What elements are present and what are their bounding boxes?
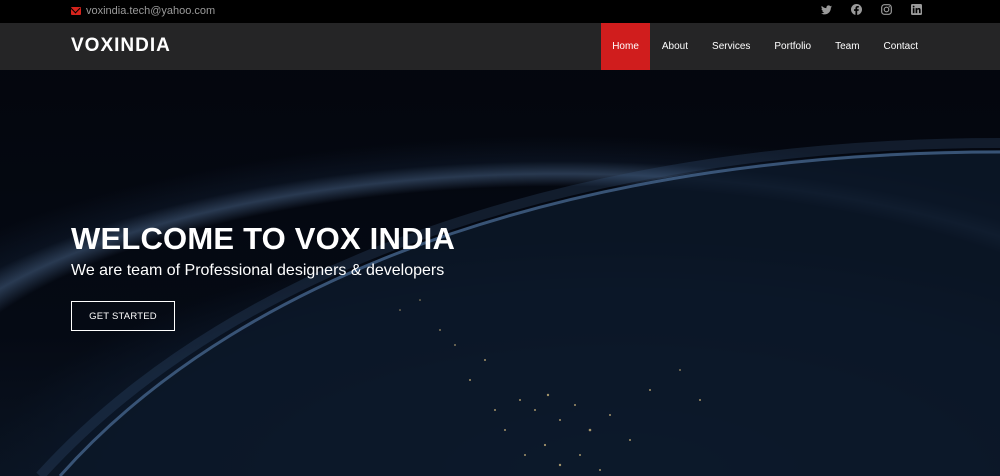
email-text: voxindia.tech@yahoo.com bbox=[86, 5, 216, 17]
linkedin-icon[interactable] bbox=[911, 4, 922, 15]
facebook-icon[interactable] bbox=[851, 4, 862, 15]
nav-item-services[interactable]: Services bbox=[700, 23, 762, 70]
navbar: VOXINDIA Home About Services Portfolio T… bbox=[0, 23, 1000, 70]
get-started-button[interactable]: GET STARTED bbox=[71, 301, 175, 331]
main-nav: Home About Services Portfolio Team Conta… bbox=[601, 23, 930, 70]
instagram-icon[interactable] bbox=[881, 4, 892, 15]
mail-icon bbox=[71, 7, 81, 15]
social-links bbox=[821, 4, 922, 15]
site-logo[interactable]: VOXINDIA bbox=[71, 35, 171, 57]
top-bar: voxindia.tech@yahoo.com bbox=[0, 0, 1000, 23]
nav-item-portfolio[interactable]: Portfolio bbox=[762, 23, 823, 70]
nav-item-home[interactable]: Home bbox=[601, 23, 650, 70]
hero-title: WELCOME TO VOX INDIA bbox=[71, 221, 456, 256]
hero-subtitle: We are team of Professional designers & … bbox=[71, 262, 445, 279]
nav-item-about[interactable]: About bbox=[650, 23, 700, 70]
twitter-icon[interactable] bbox=[821, 4, 832, 15]
nav-item-contact[interactable]: Contact bbox=[872, 23, 930, 70]
contact-email[interactable]: voxindia.tech@yahoo.com bbox=[71, 4, 215, 18]
nav-item-team[interactable]: Team bbox=[823, 23, 871, 70]
